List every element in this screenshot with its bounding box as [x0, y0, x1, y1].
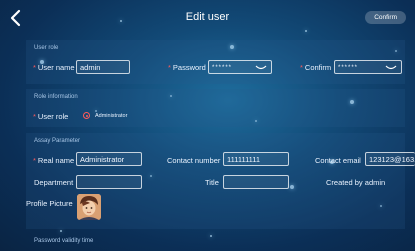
password-label: * Password: [168, 63, 206, 72]
real-name-label: * Real name: [33, 156, 75, 165]
title-label: Title: [205, 178, 219, 187]
title-input[interactable]: [223, 175, 289, 189]
section-heading-assay-parameter: Assay Parameter: [34, 138, 81, 144]
top-bar: Edit user Confirm: [0, 0, 415, 36]
user-name-input[interactable]: admin: [76, 60, 130, 74]
profile-picture-label: Profile Picture: [26, 199, 73, 208]
user-role-label: * User role: [33, 112, 69, 121]
confirm-password-input[interactable]: ******: [334, 60, 402, 74]
confirm-password-label: * Confirm: [300, 63, 332, 72]
confirm-button[interactable]: Confirm: [365, 11, 406, 24]
role-info-panel: [26, 89, 405, 127]
real-name-input[interactable]: Administrator: [76, 152, 142, 166]
created-by-label: Created by admin: [326, 178, 386, 187]
eye-closed-icon[interactable]: [385, 64, 397, 72]
contact-number-input[interactable]: 111111111: [223, 152, 289, 166]
section-heading-role-information: Role information: [34, 94, 78, 100]
role-radio-administrator[interactable]: [83, 112, 90, 119]
page-title: Edit user: [185, 11, 230, 23]
profile-picture-avatar[interactable]: [77, 194, 101, 220]
eye-closed-icon[interactable]: [255, 64, 267, 72]
contact-email-input[interactable]: 123123@163.: [365, 152, 415, 166]
department-label: Department: [34, 178, 74, 187]
contact-email-label: Contact email: [315, 156, 361, 165]
avatar-portrait-icon: [77, 194, 101, 220]
password-validity-label: Password validity time: [34, 238, 94, 244]
created-by-value: admin: [364, 178, 386, 187]
section-heading-user-role: User role: [34, 45, 59, 51]
department-input[interactable]: [76, 175, 142, 189]
contact-number-label: Contact number: [167, 156, 221, 165]
user-name-label: * User name: [33, 63, 75, 72]
password-input[interactable]: ******: [208, 60, 272, 74]
role-option-label: Administrator: [95, 113, 128, 119]
